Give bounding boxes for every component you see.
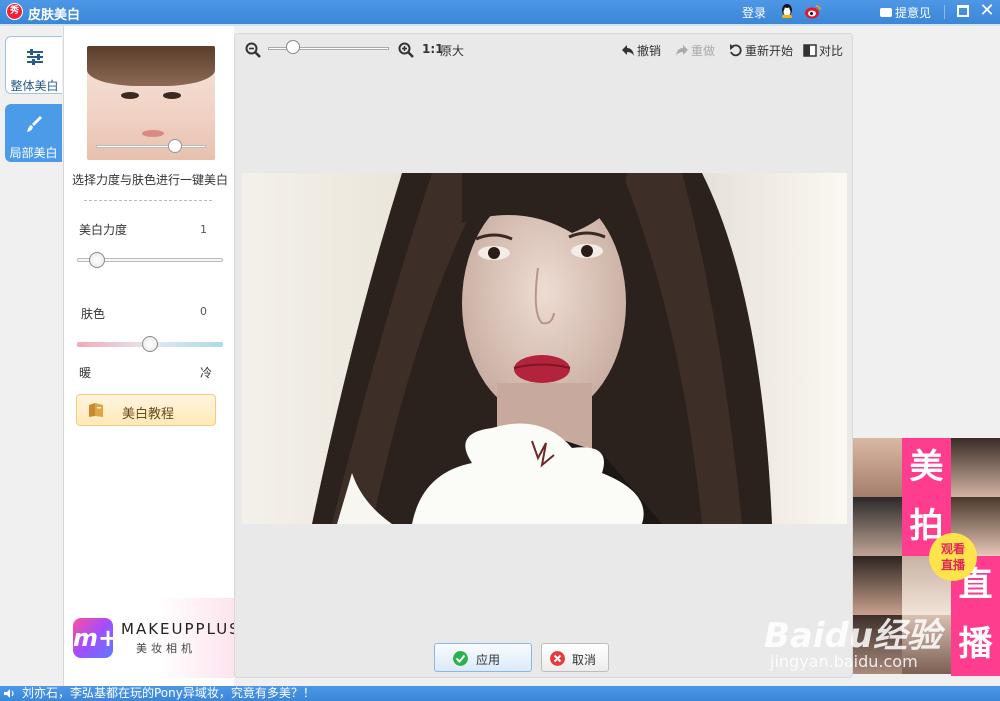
- app-logo: 秀: [6, 3, 23, 20]
- ad-photo-tile: [951, 438, 1000, 497]
- zoom-out-icon[interactable]: [245, 42, 261, 58]
- preview-hair: [87, 46, 215, 86]
- apply-label: 应用: [476, 653, 501, 667]
- compare-icon: [803, 44, 817, 57]
- ad-char-bo: 播: [951, 615, 1000, 676]
- makeupplus-logo: m+: [73, 618, 118, 658]
- weibo-icon[interactable]: [804, 3, 822, 20]
- preview-lips: [142, 130, 164, 137]
- check-icon: [453, 651, 468, 666]
- title-bar: 秀 皮肤美白 登录 提意见 ✕: [0, 0, 1000, 24]
- status-bar: 刘亦石，李弘基都在玩的Pony异域妆，究竟有多美？！: [0, 686, 1000, 701]
- compare-label: 对比: [819, 44, 844, 58]
- redo-icon: [676, 45, 688, 56]
- redo-button[interactable]: 重做: [675, 42, 715, 59]
- live-badge-line1: 观看: [940, 542, 965, 556]
- cancel-button[interactable]: 取消: [541, 643, 609, 672]
- tutorial-label: 美白教程: [122, 407, 175, 422]
- preview-eye: [121, 92, 139, 99]
- preview-slider-track[interactable]: [96, 145, 206, 148]
- tutorial-button[interactable]: 美白教程: [76, 394, 216, 426]
- skin-tone-slider-thumb[interactable]: [142, 336, 158, 352]
- undo-icon: [622, 45, 634, 56]
- ad-char-mei: 美: [902, 438, 951, 497]
- speaker-icon: [4, 689, 14, 698]
- panel-description: 选择力度与肤色进行一键美白: [72, 173, 229, 187]
- undo-button[interactable]: 撤销: [621, 42, 661, 59]
- book-icon: [89, 403, 103, 417]
- live-badge-line2: 直播: [940, 558, 965, 572]
- reset-label: 重新开始: [745, 44, 794, 58]
- tab-label: 局部美白: [9, 146, 58, 160]
- redo-label: 重做: [691, 44, 716, 58]
- cancel-x-icon: [550, 651, 565, 666]
- tab-overall-whitening[interactable]: 整体美白: [5, 36, 62, 94]
- preview-slider-thumb[interactable]: [168, 139, 182, 153]
- compare-button[interactable]: 对比: [803, 42, 843, 59]
- undo-label: 撤销: [637, 44, 662, 58]
- maximize-button[interactable]: [957, 5, 969, 17]
- feedback-label: 提意见: [895, 6, 932, 20]
- reset-button[interactable]: 重新开始: [729, 42, 793, 59]
- editor-toolbar: 1:1 原大 撤销 重做 重新开始 对比: [235, 34, 852, 66]
- strength-value: 1: [200, 223, 207, 236]
- ad-photo-tile: [853, 497, 902, 556]
- strength-label: 美白力度: [79, 223, 128, 237]
- brush-icon: [27, 116, 42, 132]
- makeupplus-name: MAKEUPPLUS: [121, 620, 241, 638]
- makeupplus-ad[interactable]: m+ MAKEUPPLUS 美妆相机: [64, 598, 239, 678]
- login-link[interactable]: 登录: [742, 4, 766, 21]
- reset-icon: [730, 44, 742, 57]
- original-size-button[interactable]: 原大: [440, 42, 464, 59]
- tab-label: 整体美白: [10, 79, 59, 93]
- ad-photo-tile: [853, 556, 902, 615]
- warm-label: 暖: [79, 366, 92, 380]
- tab-column: 整体美白 局部美白: [0, 26, 64, 686]
- settings-panel: 选择力度与肤色进行一键美白 美白力度 1 肤色 0 暖 冷 美白教程 m+ MA…: [64, 26, 239, 686]
- feedback-button[interactable]: 提意见: [880, 4, 931, 21]
- watch-live-badge[interactable]: 观看 直播: [929, 533, 977, 581]
- apply-button[interactable]: 应用: [434, 643, 532, 672]
- baidu-watermark: Baidu经验: [764, 616, 942, 656]
- window-title: 皮肤美白: [28, 8, 81, 23]
- tab-local-whitening[interactable]: 局部美白: [5, 104, 62, 162]
- sliders-icon: [27, 49, 43, 65]
- titlebar-divider: [944, 5, 945, 19]
- preview-thumbnail: [87, 46, 215, 160]
- preview-eye: [163, 92, 181, 99]
- ad-photo-tile: [853, 438, 902, 497]
- panel-divider: [84, 200, 212, 201]
- makeupplus-subtitle: 美妆相机: [136, 642, 196, 655]
- edited-photo[interactable]: [242, 173, 847, 524]
- skin-tone-label: 肤色: [81, 307, 106, 321]
- cool-label: 冷: [200, 366, 213, 380]
- skin-tone-value: 0: [200, 305, 207, 318]
- qq-icon[interactable]: [779, 3, 795, 20]
- baidu-watermark-url: jingyan.baidu.com: [770, 652, 918, 671]
- close-button[interactable]: ✕: [978, 2, 996, 20]
- cancel-label: 取消: [572, 653, 597, 667]
- strength-slider-thumb[interactable]: [89, 252, 105, 268]
- news-ticker[interactable]: 刘亦石，李弘基都在玩的Pony异域妆，究竟有多美？！: [22, 686, 315, 701]
- chat-bubble-icon: [880, 8, 892, 17]
- zoom-in-icon[interactable]: [398, 42, 414, 58]
- editor-area: 1:1 原大 撤销 重做 重新开始 对比 应用 取消: [234, 33, 853, 678]
- zoom-slider-thumb[interactable]: [286, 40, 300, 54]
